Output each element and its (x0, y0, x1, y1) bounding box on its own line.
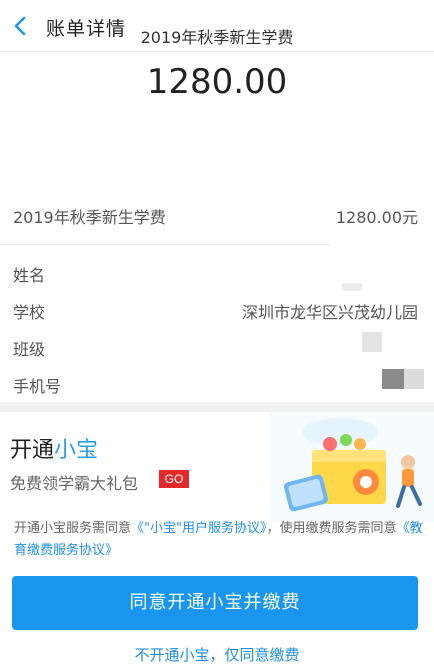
redacted-mark (404, 369, 424, 389)
line-item-label: 2019年秋季新生学费 (13, 208, 166, 227)
detail-row-school: 学校 深圳市龙华区兴茂幼儿园 (0, 291, 434, 327)
detail-value: 深圳市龙华区兴茂幼儿园 (241, 303, 418, 322)
promo-title-prefix: 开通 (10, 438, 55, 463)
detail-label: 姓名 (13, 266, 46, 285)
user-service-agreement-link[interactable]: 《"小宝"用户服务协议》 (131, 521, 266, 536)
detail-row-name: 姓名 (0, 254, 434, 290)
bill-name: 2019年秋季新生学费 (140, 28, 294, 47)
agreement-text: 开通小宝服务需同意《"小宝"用户服务协议》，使用缴费服务需同意《教育缴费服务协议… (14, 518, 424, 562)
detail-label: 班级 (13, 340, 46, 359)
bill-amount: 1280.00 (146, 62, 288, 102)
promo-title-highlight: 小宝 (54, 438, 99, 463)
promo-title: 开通小宝 (10, 432, 98, 464)
pay-only-link[interactable]: 不开通小宝，仅同意缴费 (0, 644, 434, 665)
agreement-text-2: ，使用缴费服务需同意 (266, 521, 397, 536)
line-item-value: 1280.00元 (335, 208, 418, 227)
detail-label: 手机号 (13, 377, 62, 396)
redacted-mark (362, 332, 382, 352)
agree-and-pay-button[interactable]: 同意开通小宝并缴费 (12, 576, 418, 630)
go-badge[interactable]: GO (159, 470, 189, 488)
line-item-row: 2019年秋季新生学费 1280.00元 (0, 196, 434, 232)
section-gap (0, 402, 434, 412)
detail-row-phone: 手机号 (0, 365, 434, 401)
detail-label: 学校 (13, 303, 46, 322)
divider (0, 244, 330, 245)
gift-box-illustration (270, 412, 434, 522)
redacted-mark (342, 283, 362, 291)
promo-subtitle: 免费领学霸大礼包 (10, 474, 139, 493)
redacted-mark (382, 369, 404, 389)
promo-card: 开通小宝 免费领学霸大礼包 GO 开通小宝服务需同意《"小宝"用户服务协议》，使… (0, 412, 434, 670)
agreement-text-1: 开通小宝服务需同意 (14, 521, 132, 536)
